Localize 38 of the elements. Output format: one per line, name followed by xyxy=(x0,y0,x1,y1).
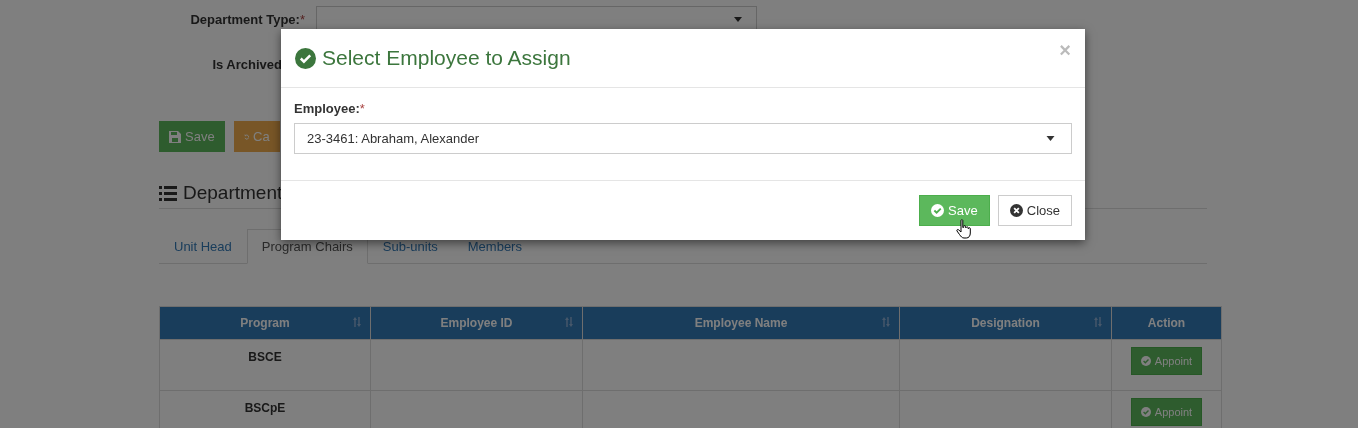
sort-icon xyxy=(881,317,891,327)
save-button[interactable]: Save xyxy=(159,121,225,152)
caret-icon xyxy=(1046,136,1055,141)
table-cell: BSCpE xyxy=(159,390,371,428)
required-mark: * xyxy=(299,11,305,27)
close-button[interactable]: × xyxy=(1059,39,1071,62)
caret-icon xyxy=(734,16,742,22)
column-header[interactable]: Program xyxy=(159,306,371,340)
section-title: Department xyxy=(183,182,283,204)
save-button[interactable]: Save xyxy=(919,195,990,226)
appoint-button[interactable]: Appoint xyxy=(1130,398,1203,426)
sort-icon xyxy=(1093,317,1103,327)
modal-title: Select Employee to Assign xyxy=(322,46,571,70)
employee-select[interactable]: 23-3461: Abraham, Alexander xyxy=(294,123,1072,154)
tab[interactable]: Unit Head xyxy=(159,229,247,264)
column-header[interactable]: Action xyxy=(1111,306,1222,340)
required-mark: * xyxy=(359,101,365,116)
cancel-button[interactable]: Ca xyxy=(233,121,280,152)
appoint-button[interactable]: Appoint xyxy=(1130,347,1203,375)
close-button[interactable]: Close xyxy=(997,195,1072,226)
sort-icon xyxy=(352,317,362,327)
check-circle-icon xyxy=(931,204,945,217)
floppy-icon xyxy=(169,130,181,143)
column-header[interactable]: Designation xyxy=(899,306,1112,340)
check-circle-icon xyxy=(1140,407,1151,417)
sort-icon xyxy=(564,317,574,327)
column-header[interactable]: Employee ID xyxy=(370,306,583,340)
check-circle-icon xyxy=(1140,356,1151,366)
table-cell: BSCE xyxy=(159,339,371,391)
check-circle-icon xyxy=(295,47,316,69)
field-label: Department Type:* xyxy=(189,11,305,27)
field-label: Employee:* xyxy=(294,101,366,116)
tab[interactable]: Members xyxy=(452,229,537,264)
list-icon xyxy=(159,185,177,201)
field-label: Is Archived xyxy=(211,56,282,72)
tab[interactable]: Sub-units xyxy=(367,229,453,264)
column-header[interactable]: Employee Name xyxy=(582,306,900,340)
close-circle-icon xyxy=(1009,204,1023,217)
